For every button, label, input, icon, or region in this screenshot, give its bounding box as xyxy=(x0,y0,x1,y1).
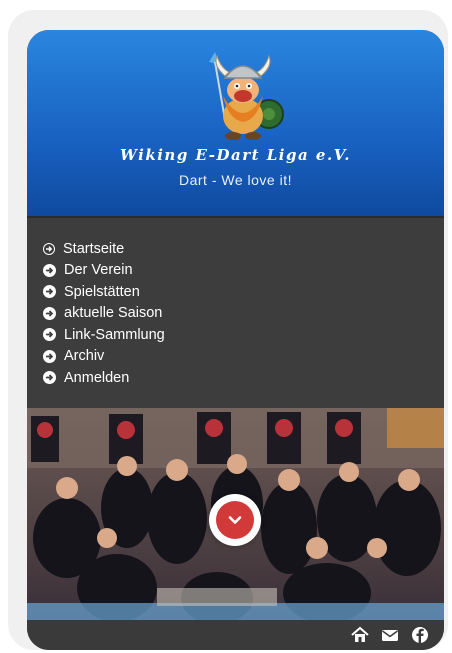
nav-item-label: Archiv xyxy=(64,348,105,365)
circle-arrow-right-icon xyxy=(43,328,56,342)
nav-item-aktuelle-saison[interactable]: aktuelle Saison xyxy=(43,303,165,325)
nav-item-label: aktuelle Saison xyxy=(64,305,163,322)
circle-arrow-right-outline-icon xyxy=(43,242,55,255)
circle-arrow-right-icon xyxy=(43,349,56,363)
nav-item-startseite[interactable]: Startseite xyxy=(43,238,165,260)
nav-item-archiv[interactable]: Archiv xyxy=(43,346,165,368)
circle-arrow-right-icon xyxy=(43,306,56,320)
site-title[interactable]: Wiking E-Dart Liga e.V. xyxy=(27,146,444,164)
nav-item-label: Startseite xyxy=(63,240,125,257)
nav-item-der-verein[interactable]: Der Verein xyxy=(43,260,165,282)
nav-item-link-sammlung[interactable]: Link-Sammlung xyxy=(43,324,165,346)
main-navigation: Startseite Der Verein Spielstätten aktue… xyxy=(27,216,444,408)
nav-item-label: Der Verein xyxy=(64,262,133,279)
circle-arrow-right-icon xyxy=(43,285,56,299)
nav-item-label: Spielstätten xyxy=(64,283,140,300)
home-icon[interactable] xyxy=(350,625,370,645)
viking-mascot-logo[interactable] xyxy=(197,50,287,142)
nav-item-spielstaetten[interactable]: Spielstätten xyxy=(43,281,165,303)
envelope-icon[interactable] xyxy=(380,625,400,645)
circle-arrow-right-icon xyxy=(43,371,56,385)
circle-arrow-right-icon xyxy=(43,263,56,277)
site-footer xyxy=(27,620,444,650)
scroll-down-button[interactable] xyxy=(209,494,261,546)
hero-photo xyxy=(27,408,444,620)
mobile-site-frame: Wiking E-Dart Liga e.V. Dart - We love i… xyxy=(27,30,444,650)
chevron-down-icon xyxy=(228,516,242,524)
nav-item-label: Link-Sammlung xyxy=(64,326,165,343)
nav-item-label: Anmelden xyxy=(64,369,130,386)
site-tagline: Dart - We love it! xyxy=(179,172,292,188)
nav-item-anmelden[interactable]: Anmelden xyxy=(43,367,165,389)
site-header: Wiking E-Dart Liga e.V. Dart - We love i… xyxy=(27,30,444,216)
facebook-icon[interactable] xyxy=(410,625,430,645)
